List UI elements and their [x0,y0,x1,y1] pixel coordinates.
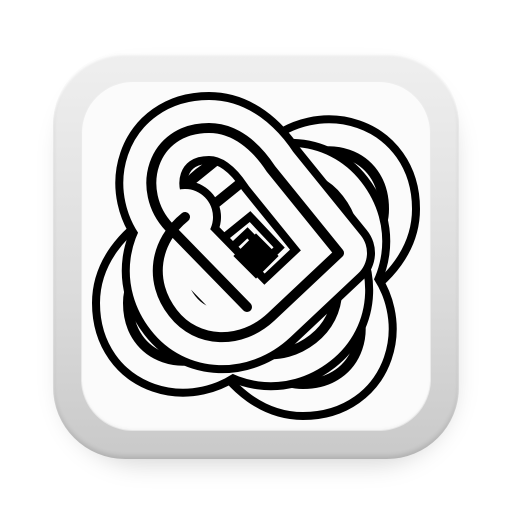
knot-glyph [128,128,384,384]
app-icon-frame[interactable] [53,53,459,459]
app-icon-face [81,81,431,431]
icon-stage [0,0,512,512]
celtic-knot-icon [81,81,431,431]
